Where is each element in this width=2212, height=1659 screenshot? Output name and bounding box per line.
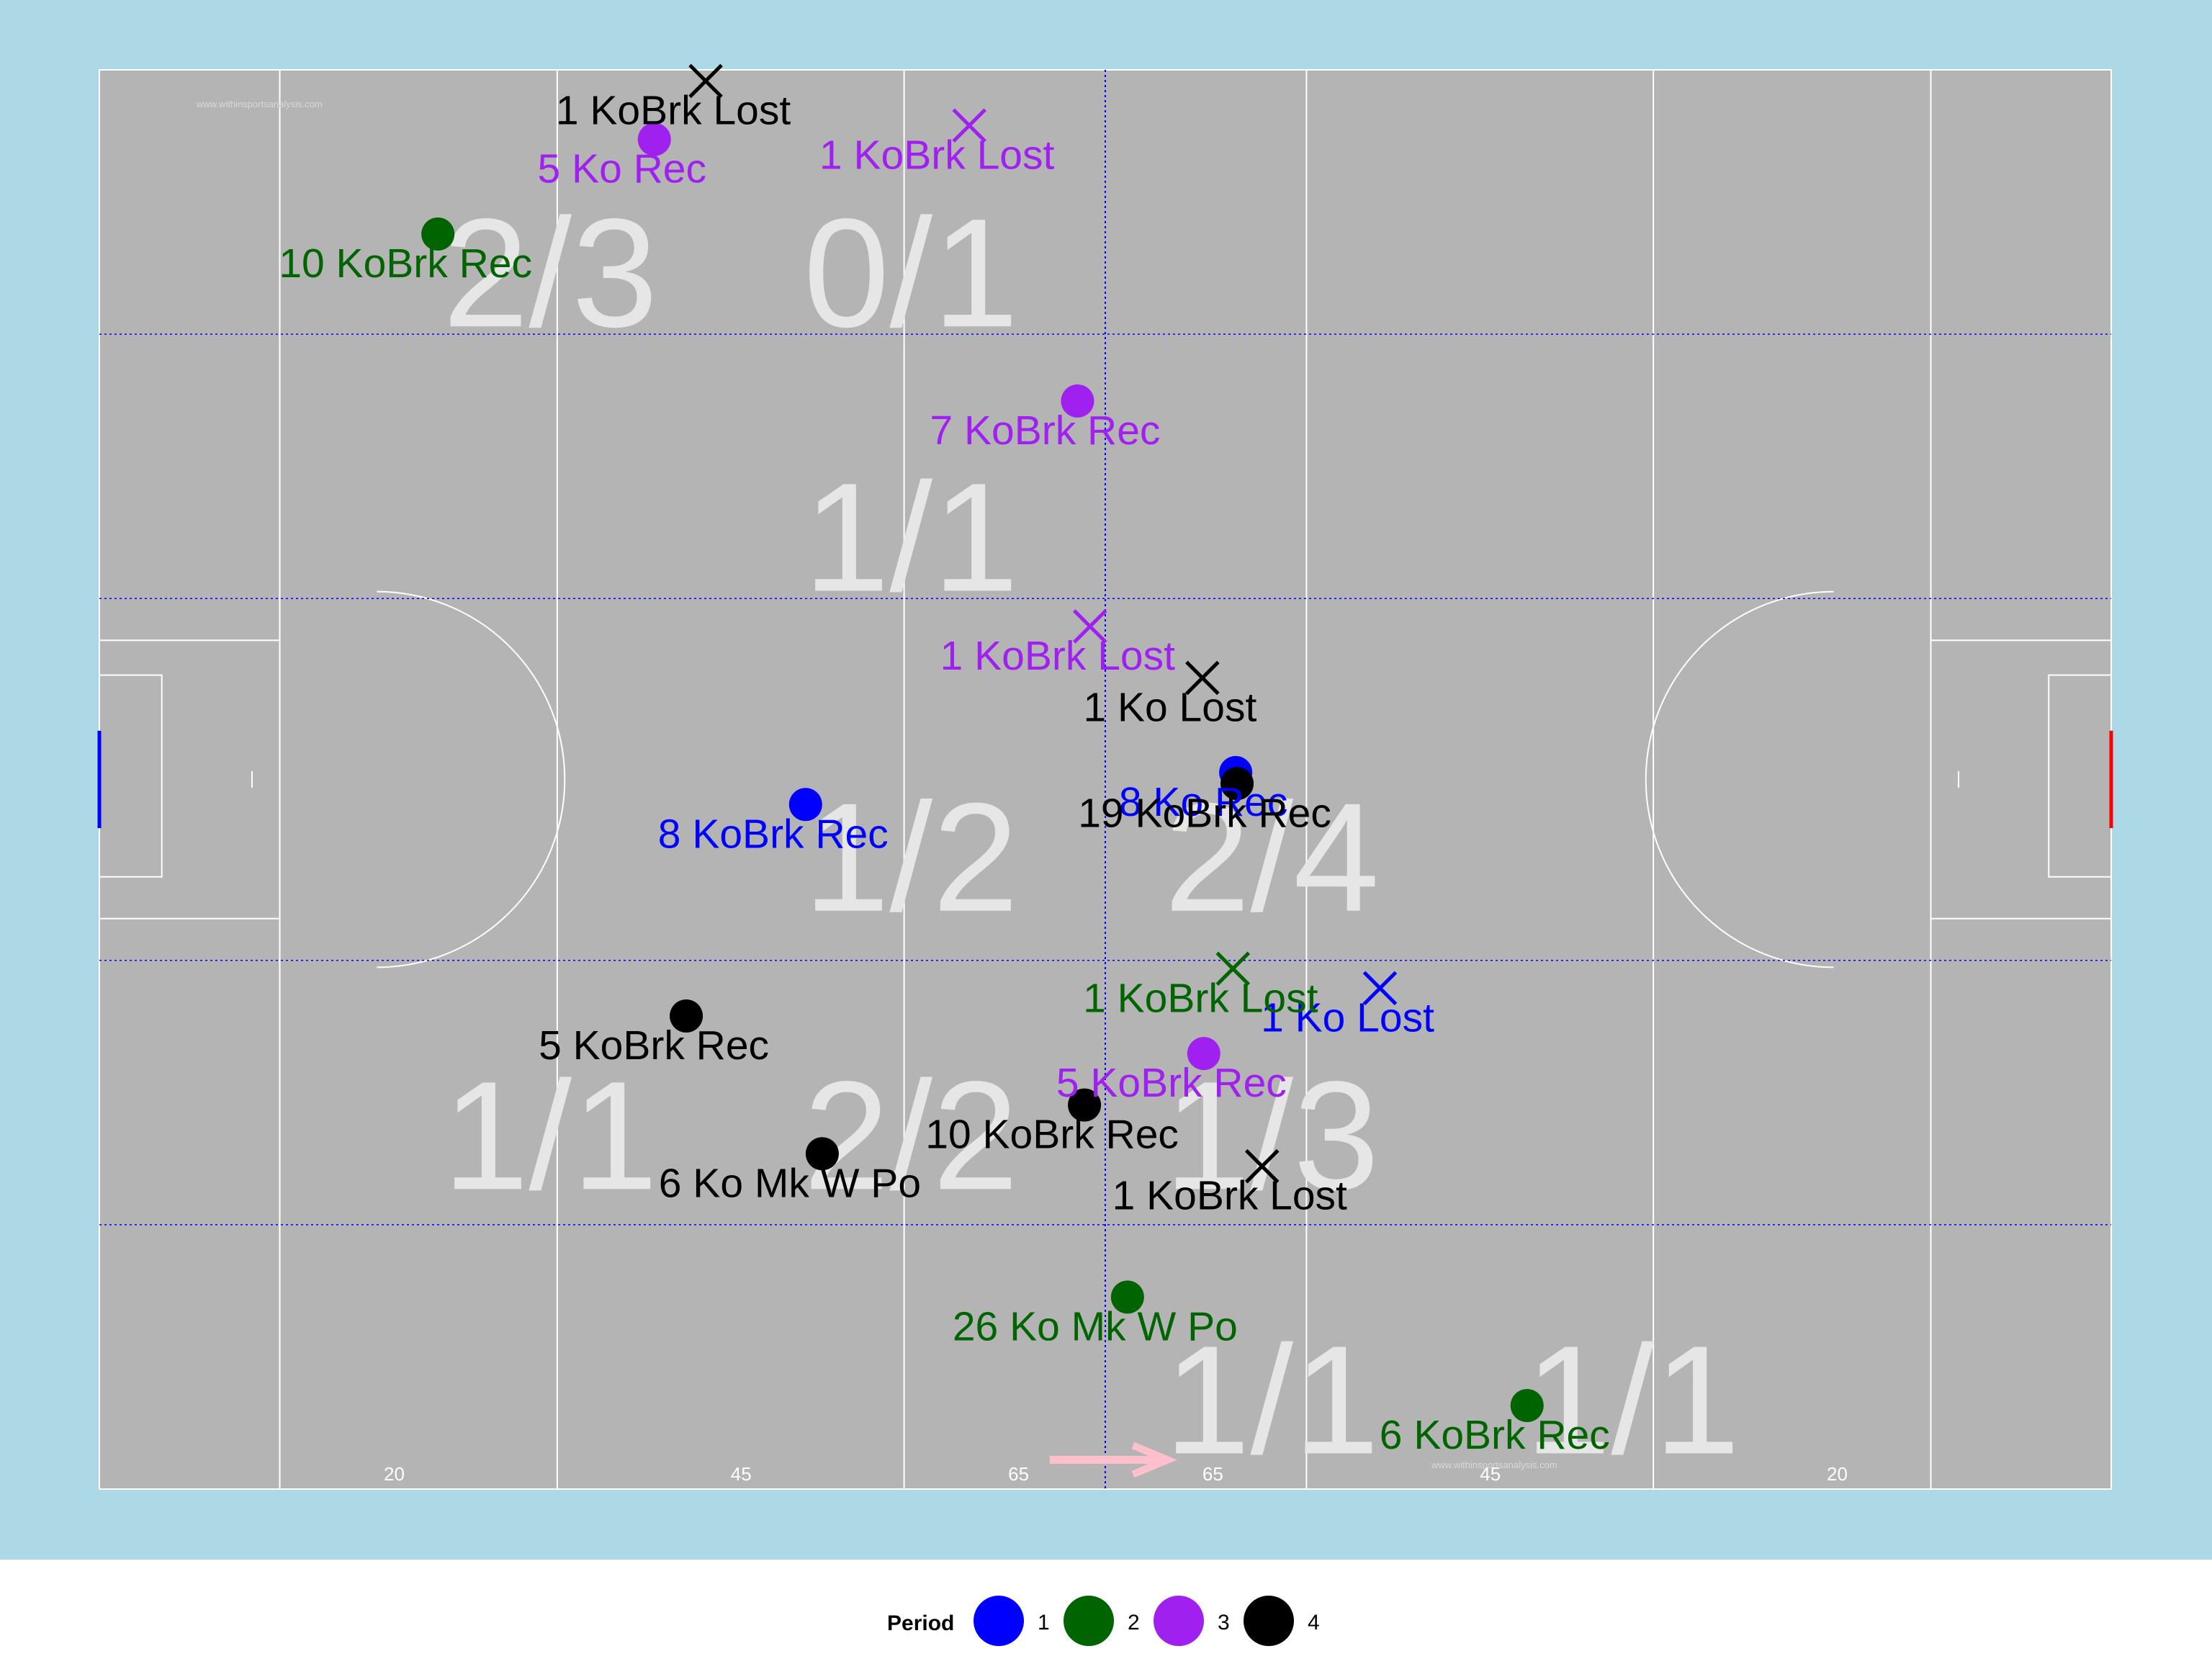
point-label: 1 KoBrk Lost: [940, 633, 1175, 679]
watermark: www.withinsportsanalysis.com: [196, 99, 323, 109]
legend-key: [1154, 1596, 1204, 1646]
zone-stat: 1/1: [1525, 1313, 1740, 1486]
point-label: 8 KoBrk Rec: [658, 811, 889, 857]
point-label: 7 KoBrk Rec: [930, 408, 1160, 454]
point-label: 1 KoBrk Lost: [1083, 975, 1318, 1021]
legend-key: [1064, 1596, 1114, 1646]
point-label: 26 Ko Mk W Po: [953, 1303, 1238, 1349]
legend-key: [974, 1596, 1024, 1646]
pitch-chart: 20 45 65 65 45 20www.withinsportsanalysis.com…: [0, 0, 2212, 1659]
legend-label: 2: [1128, 1611, 1140, 1635]
legend-label: 3: [1218, 1611, 1230, 1635]
point-label: 6 KoBrk Rec: [1380, 1412, 1610, 1458]
point-label: 5 KoBrk Rec: [539, 1022, 769, 1069]
distance-label: 20: [384, 1463, 405, 1485]
legend-label: 4: [1308, 1611, 1320, 1635]
distance-label: 45: [731, 1463, 752, 1485]
legend-title: Period: [887, 1611, 954, 1635]
point-label: 10 KoBrk Rec: [279, 240, 532, 287]
point-label: 5 KoBrk Rec: [1056, 1060, 1287, 1106]
point-label: 10 KoBrk Rec: [925, 1112, 1179, 1158]
zone-stat: 1/1: [804, 450, 1019, 624]
point-label: 1 Ko Lost: [1083, 684, 1256, 730]
point-label: 19 KoBrk Rec: [1078, 790, 1331, 836]
point-label: 6 Ko Mk W Po: [659, 1160, 921, 1206]
legend-label: 1: [1038, 1611, 1050, 1635]
zone-stat: 0/1: [804, 186, 1019, 359]
point-label: 1 KoBrk Lost: [556, 87, 791, 133]
distance-label: 20: [1827, 1463, 1848, 1485]
distance-label: 65: [1008, 1463, 1029, 1485]
point-label: 1 KoBrk Lost: [1112, 1173, 1347, 1219]
zone-stat: 1/1: [443, 1048, 658, 1222]
point-label: 5 Ko Rec: [538, 146, 706, 192]
legend-key: [1244, 1596, 1294, 1646]
point-label: 1 KoBrk Lost: [819, 132, 1054, 178]
